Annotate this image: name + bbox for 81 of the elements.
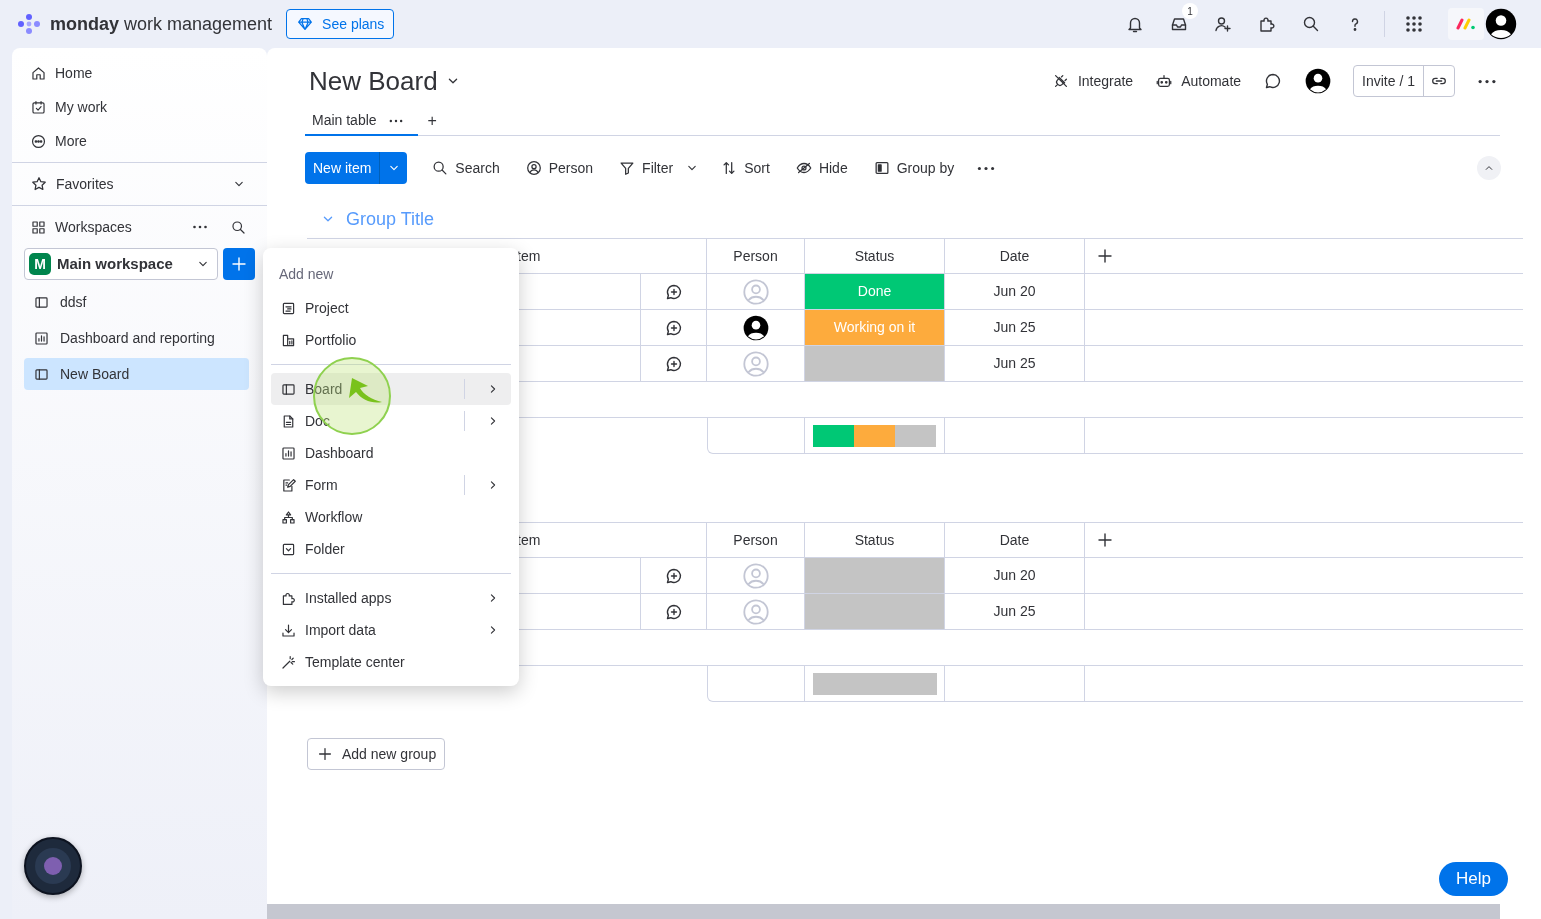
date-cell: Jun 20 bbox=[945, 274, 1085, 310]
search-icon[interactable] bbox=[230, 218, 247, 236]
invite-button[interactable]: Invite / 1 bbox=[1353, 65, 1455, 97]
menu-item[interactable]: Project bbox=[271, 292, 511, 324]
scrollbar[interactable] bbox=[267, 904, 1500, 919]
star-icon bbox=[30, 175, 48, 193]
logo-icon bbox=[1456, 18, 1476, 30]
add-view-button[interactable]: + bbox=[417, 106, 447, 135]
new-item-button[interactable]: New item bbox=[305, 152, 408, 184]
notification-badge: 1 bbox=[1182, 3, 1198, 19]
integrate-button[interactable]: Integrate bbox=[1051, 70, 1134, 92]
avatar-icon[interactable] bbox=[742, 314, 769, 341]
favorites-item[interactable]: Favorites bbox=[12, 167, 267, 201]
date-cell: Jun 20 bbox=[945, 558, 1085, 594]
product-switcher[interactable] bbox=[1448, 8, 1484, 40]
logo-icon bbox=[16, 13, 42, 35]
robot-icon bbox=[1155, 72, 1174, 90]
calendar-check-icon bbox=[30, 98, 47, 116]
see-plans-button[interactable]: See plans bbox=[286, 9, 395, 39]
sidebar-item[interactable]: New Board bbox=[24, 358, 249, 390]
menu-item[interactable]: Installed apps bbox=[271, 582, 511, 614]
menu-item[interactable]: Import data bbox=[271, 614, 511, 646]
menu-item[interactable]: Dashboard bbox=[271, 437, 511, 469]
workspace-dropdown[interactable]: M Main workspace bbox=[24, 248, 218, 280]
sidebar-item[interactable]: My work bbox=[12, 90, 267, 124]
sidebar-item[interactable]: More bbox=[12, 124, 267, 158]
column-header: Date bbox=[945, 238, 1085, 274]
menu-item[interactable]: Form bbox=[271, 469, 511, 501]
add-group-button[interactable]: Add new group bbox=[307, 738, 446, 770]
sidebar-item[interactable]: Home bbox=[12, 56, 267, 90]
bar-chart-icon bbox=[33, 329, 50, 347]
sidebar-item[interactable]: ddsf bbox=[24, 286, 249, 318]
column-header: Person bbox=[707, 238, 805, 274]
form-pencil-icon bbox=[280, 476, 297, 494]
more-icon bbox=[388, 118, 403, 123]
magic-wand-icon bbox=[280, 653, 297, 671]
workspace-avatar: M bbox=[29, 253, 51, 275]
more-icon[interactable] bbox=[977, 165, 996, 171]
avatar-icon[interactable] bbox=[1305, 68, 1332, 94]
add-button[interactable] bbox=[223, 248, 255, 280]
home-icon bbox=[30, 64, 47, 82]
sort-button[interactable]: Sort bbox=[712, 152, 778, 184]
more-icon bbox=[30, 132, 47, 150]
search-icon[interactable] bbox=[1301, 14, 1321, 34]
workspaces-label: Workspaces bbox=[55, 217, 133, 237]
menu-item[interactable]: Portfolio bbox=[271, 324, 511, 356]
plus-icon bbox=[316, 745, 334, 763]
brand-name: monday work management bbox=[50, 12, 273, 36]
date-cell: Jun 25 bbox=[945, 346, 1085, 382]
sidebar-item[interactable]: Dashboard and reporting bbox=[24, 322, 249, 354]
workflow-icon bbox=[280, 508, 297, 526]
avatar-icon[interactable] bbox=[1485, 8, 1517, 40]
person-icon bbox=[524, 159, 543, 177]
add-column-icon[interactable] bbox=[1095, 246, 1115, 266]
automate-button[interactable]: Automate bbox=[1155, 70, 1242, 92]
apps-grid-icon[interactable] bbox=[1404, 14, 1424, 34]
view-tab[interactable]: Main table bbox=[305, 107, 418, 136]
help-button[interactable]: Help bbox=[1439, 862, 1508, 896]
board-title: New Board bbox=[309, 64, 438, 98]
more-icon[interactable] bbox=[192, 225, 208, 229]
menu-item[interactable]: Template center bbox=[271, 646, 511, 678]
filter-button[interactable]: Filter bbox=[610, 152, 682, 184]
more-icon[interactable] bbox=[1477, 78, 1497, 84]
bar-chart-icon bbox=[280, 444, 297, 462]
assistant-icon bbox=[33, 846, 73, 886]
panel-icon bbox=[872, 159, 891, 177]
date-cell: Jun 25 bbox=[945, 594, 1085, 630]
date-cell: Jun 25 bbox=[945, 310, 1085, 346]
group-by-button[interactable]: Group by bbox=[864, 152, 963, 184]
invite-member-icon[interactable] bbox=[1213, 14, 1233, 34]
grid-icon bbox=[30, 218, 47, 236]
column-header: Person bbox=[707, 522, 805, 558]
column-header: Date bbox=[945, 522, 1085, 558]
group-title: Group Title bbox=[346, 207, 435, 231]
diamond-icon bbox=[296, 15, 315, 33]
download-icon bbox=[280, 621, 297, 639]
person-button[interactable]: Person bbox=[516, 152, 602, 184]
plus-icon bbox=[229, 254, 249, 274]
search-button[interactable]: Search bbox=[423, 152, 508, 184]
add-column-icon[interactable] bbox=[1095, 530, 1115, 550]
hide-button[interactable]: Hide bbox=[786, 152, 856, 184]
